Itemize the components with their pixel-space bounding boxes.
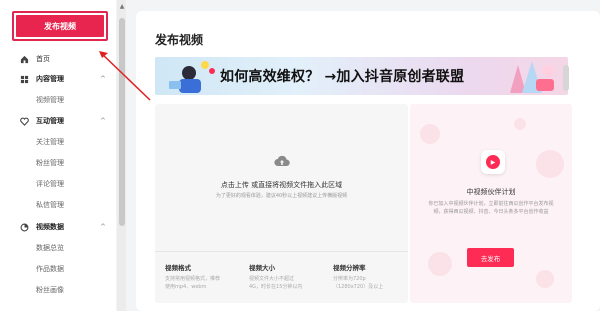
sidebar-group-label: 视频数据 bbox=[36, 223, 64, 231]
banner-illustration-right bbox=[510, 61, 554, 93]
sidebar-item-messages[interactable]: 私信管理 bbox=[0, 195, 112, 215]
sidebar-item-home[interactable]: 首页 bbox=[0, 49, 112, 69]
sidebar-group-content[interactable]: 内容管理 ^ bbox=[0, 69, 112, 89]
spec-desc-line1: 视频文件大小不超过 bbox=[249, 276, 295, 282]
spec-video-format: 视频格式 支持常用视频格式，推荐 使用mp4、webm bbox=[165, 262, 235, 291]
upload-subtitle: 为了更好的观看体验，建议40秒以上视频建议上传横版视频 bbox=[215, 193, 348, 199]
banner-text: 如何高效维权？ →加入抖音原创者联盟 bbox=[220, 69, 465, 85]
page-scrollbar-thumb[interactable] bbox=[563, 65, 569, 91]
publish-video-button[interactable]: 发布视频 bbox=[12, 11, 108, 41]
page-title: 发布视频 bbox=[155, 33, 204, 47]
partner-description: 你已加入中视频伙伴计划，立即前往西瓜创作平台发布视频，获得西瓜视频、抖音、今日头… bbox=[428, 201, 554, 215]
sidebar-group-label: 内容管理 bbox=[36, 75, 64, 83]
chevron-up-icon: ^ bbox=[100, 223, 106, 231]
sidebar-item-follow[interactable]: 关注管理 bbox=[0, 132, 112, 152]
sidebar-item-comments[interactable]: 评论管理 bbox=[0, 174, 112, 194]
spec-desc-line2: （1280x720）及以上 bbox=[333, 284, 384, 290]
spec-desc-line1: 支持常用视频格式，推荐 bbox=[165, 276, 221, 282]
sidebar-item-label: 数据总览 bbox=[36, 244, 64, 252]
sidebar-item-label: 视频管理 bbox=[36, 96, 64, 104]
spec-title: 视频分辨率 bbox=[333, 264, 366, 272]
data-icon bbox=[20, 223, 29, 232]
spec-title: 视频格式 bbox=[165, 264, 191, 272]
partner-plan-card: ▶ 中视频伙伴计划 你已加入中视频伙伴计划，立即前往西瓜创作平台发布视频，获得西… bbox=[410, 104, 572, 303]
rights-banner[interactable]: 如何高效维权？ →加入抖音原创者联盟 bbox=[155, 57, 568, 95]
sidebar-item-label: 粉丝管理 bbox=[36, 159, 64, 167]
sidebar-item-label: 首页 bbox=[36, 55, 50, 63]
sidebar-item-label: 粉丝画像 bbox=[36, 286, 64, 294]
spec-video-size: 视频大小 视频文件大小不超过 4G，时长在15分钟以内 bbox=[249, 262, 319, 291]
sidebar-item-works-data[interactable]: 作品数据 bbox=[0, 259, 112, 279]
sidebar-group-interaction[interactable]: 互动管理 ^ bbox=[0, 111, 112, 131]
play-icon: ▶ bbox=[486, 155, 500, 169]
sidebar-item-label: 评论管理 bbox=[36, 180, 64, 188]
spec-desc-line1: 分辨率为720p bbox=[333, 276, 366, 282]
sidebar-item-fans[interactable]: 粉丝管理 bbox=[0, 153, 112, 173]
spec-title: 视频大小 bbox=[249, 264, 275, 272]
spec-video-resolution: 视频分辨率 分辨率为720p （1280x720）及以上 bbox=[333, 262, 403, 291]
spec-desc-line2: 4G，时长在15分钟以内 bbox=[249, 284, 303, 290]
publish-video-label: 发布视频 bbox=[16, 15, 104, 37]
sidebar-group-label: 互动管理 bbox=[36, 117, 64, 125]
sidebar-item-label: 关注管理 bbox=[36, 138, 64, 146]
home-icon bbox=[20, 55, 29, 64]
upload-title: 点击上传 或直接将视频文件拖入此区域 bbox=[220, 181, 343, 189]
spec-desc-line2: 使用mp4、webm bbox=[165, 284, 207, 290]
sidebar-item-label: 作品数据 bbox=[36, 265, 64, 273]
sidebar-scrollbar-thumb[interactable] bbox=[119, 18, 125, 226]
sidebar-item-video-manage[interactable]: 视频管理 bbox=[0, 90, 112, 110]
chevron-up-icon: ^ bbox=[100, 75, 106, 83]
banner-illustration-left bbox=[169, 61, 215, 93]
cloud-upload-icon bbox=[274, 155, 290, 167]
heart-icon bbox=[20, 117, 29, 126]
sidebar-item-fan-portrait[interactable]: 粉丝画像 bbox=[0, 280, 112, 300]
partner-title: 中视频伙伴计划 bbox=[466, 188, 516, 196]
grid-icon bbox=[20, 75, 29, 84]
upload-dropzone[interactable]: 点击上传 或直接将视频文件拖入此区域 为了更好的观看体验，建议40秒以上视频建议… bbox=[155, 104, 408, 303]
scroll-up-arrow-icon[interactable]: ▲ bbox=[118, 3, 126, 11]
go-publish-button[interactable]: 去发布 bbox=[467, 248, 514, 267]
chevron-up-icon: ^ bbox=[100, 117, 106, 125]
partner-logo: ▶ bbox=[481, 150, 505, 174]
divider bbox=[155, 251, 408, 252]
sidebar-group-video-data[interactable]: 视频数据 ^ bbox=[0, 217, 112, 237]
sidebar-item-data-overview[interactable]: 数据总览 bbox=[0, 238, 112, 258]
sidebar: 发布视频 首页 内容管理 ^ 视频管理 互动管理 ^ 关注管理 粉丝管理 评论管… bbox=[0, 0, 116, 311]
sidebar-item-label: 私信管理 bbox=[36, 201, 64, 209]
